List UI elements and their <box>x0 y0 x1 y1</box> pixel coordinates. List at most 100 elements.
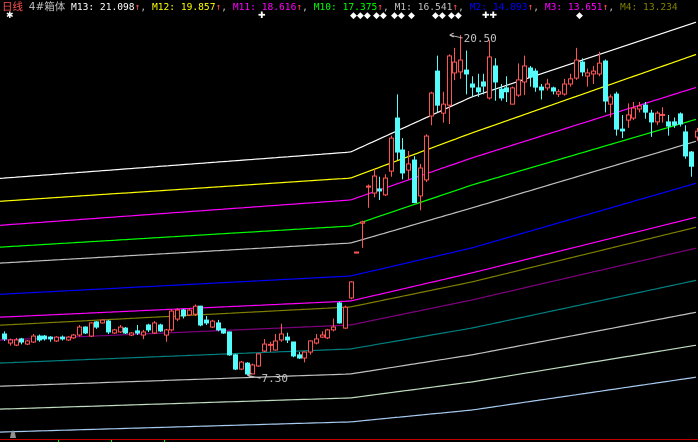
candle-down <box>603 59 608 113</box>
candle-up <box>597 51 602 77</box>
candle-body <box>395 117 400 153</box>
candle-body <box>608 96 613 105</box>
candle-up <box>100 319 105 324</box>
candle-down <box>94 321 99 329</box>
candle-body <box>349 281 354 299</box>
candle-up <box>25 339 30 346</box>
candlestick-chart[interactable]: 20.50 7.30 <box>0 0 698 442</box>
candle-body <box>580 61 585 73</box>
candle-up <box>568 73 573 87</box>
candle-up <box>510 86 515 105</box>
candle-down <box>666 114 671 136</box>
candle-body <box>528 67 533 78</box>
candle-body <box>216 322 221 331</box>
signal-markers: ✱ ✚ ◆◆◆ ◆◆ ◆◆ ◆ ◆◆ ◆◆ ✚✚ ◆ <box>0 11 698 21</box>
candle-up <box>366 184 371 208</box>
candle-down <box>470 76 475 97</box>
candle-up <box>66 336 71 341</box>
candle-down <box>245 362 250 376</box>
candle-up <box>308 340 313 355</box>
candle-body <box>504 87 509 93</box>
candle-up <box>389 135 394 177</box>
signal-marker: ◆◆ <box>432 11 446 21</box>
candle-up <box>141 329 146 340</box>
ma-line-m8 <box>0 344 697 410</box>
candle-body <box>585 72 590 77</box>
candle-down <box>551 86 556 95</box>
candle-down <box>400 138 405 180</box>
candle-body <box>291 341 296 357</box>
candle-up <box>452 47 457 81</box>
signal-marker: ◆◆ <box>391 11 405 21</box>
candle-body <box>146 324 151 331</box>
candle-body <box>458 59 463 73</box>
candle-up <box>458 35 463 79</box>
candle-down <box>42 335 47 341</box>
candle-up <box>349 281 354 300</box>
candle-body <box>533 70 538 88</box>
candle-up <box>152 321 157 335</box>
candle-down <box>377 176 382 200</box>
candle-body <box>516 79 521 96</box>
candle-up <box>193 304 198 316</box>
candle-down <box>337 301 342 324</box>
candle-body <box>285 336 290 341</box>
candle-up <box>424 134 429 182</box>
candle-up <box>325 328 330 340</box>
candle-up <box>262 339 267 353</box>
candle-body <box>649 112 654 123</box>
candle-body <box>25 340 30 345</box>
candle-body <box>193 305 198 315</box>
candle-body <box>83 326 88 334</box>
candle-body <box>66 336 71 341</box>
candle-down <box>37 334 42 342</box>
candle-up <box>187 308 192 316</box>
candle-body <box>118 326 123 333</box>
candle-up <box>562 78 567 96</box>
candle-body <box>19 338 24 343</box>
candle-down <box>60 335 65 341</box>
candle-up <box>522 55 527 96</box>
signal-marker: ✱ <box>6 11 14 21</box>
candle-body <box>499 88 504 99</box>
candle-body <box>522 65 527 83</box>
candle-up <box>429 91 434 126</box>
candle-body <box>568 78 573 85</box>
candle-up <box>331 318 336 332</box>
candle-body <box>493 65 498 83</box>
candle-body <box>603 60 608 102</box>
candle-body <box>545 83 550 89</box>
candle-body <box>562 83 567 95</box>
candle-up <box>441 91 446 123</box>
candle-down <box>285 332 290 344</box>
candle-up <box>256 353 261 368</box>
candle-body <box>256 353 261 367</box>
candle-body <box>435 70 440 106</box>
candle-body <box>591 70 596 75</box>
candle-up <box>447 54 452 124</box>
candle-body <box>181 309 186 317</box>
candle-body <box>175 309 180 320</box>
candle-body <box>660 113 665 116</box>
candle-down <box>539 84 544 100</box>
candle-body <box>8 339 13 344</box>
ma-line-m13 <box>0 21 697 179</box>
candle-down <box>216 319 221 332</box>
signal-marker: ✚ <box>258 11 266 21</box>
candle-up <box>591 65 596 85</box>
candle-body <box>169 310 174 331</box>
candle-body <box>400 149 405 174</box>
candle-up <box>71 334 76 339</box>
candle-body <box>54 336 59 342</box>
candle-body <box>331 326 336 331</box>
candle-up <box>8 338 13 346</box>
candle-down <box>643 102 648 119</box>
candle-up <box>210 319 215 329</box>
candle-body <box>308 340 313 353</box>
candle-body <box>273 340 278 351</box>
candle-body <box>320 334 325 338</box>
candle-down <box>291 341 296 358</box>
candle-body <box>158 324 163 332</box>
candle-body <box>429 92 434 117</box>
candle-down <box>481 73 486 95</box>
